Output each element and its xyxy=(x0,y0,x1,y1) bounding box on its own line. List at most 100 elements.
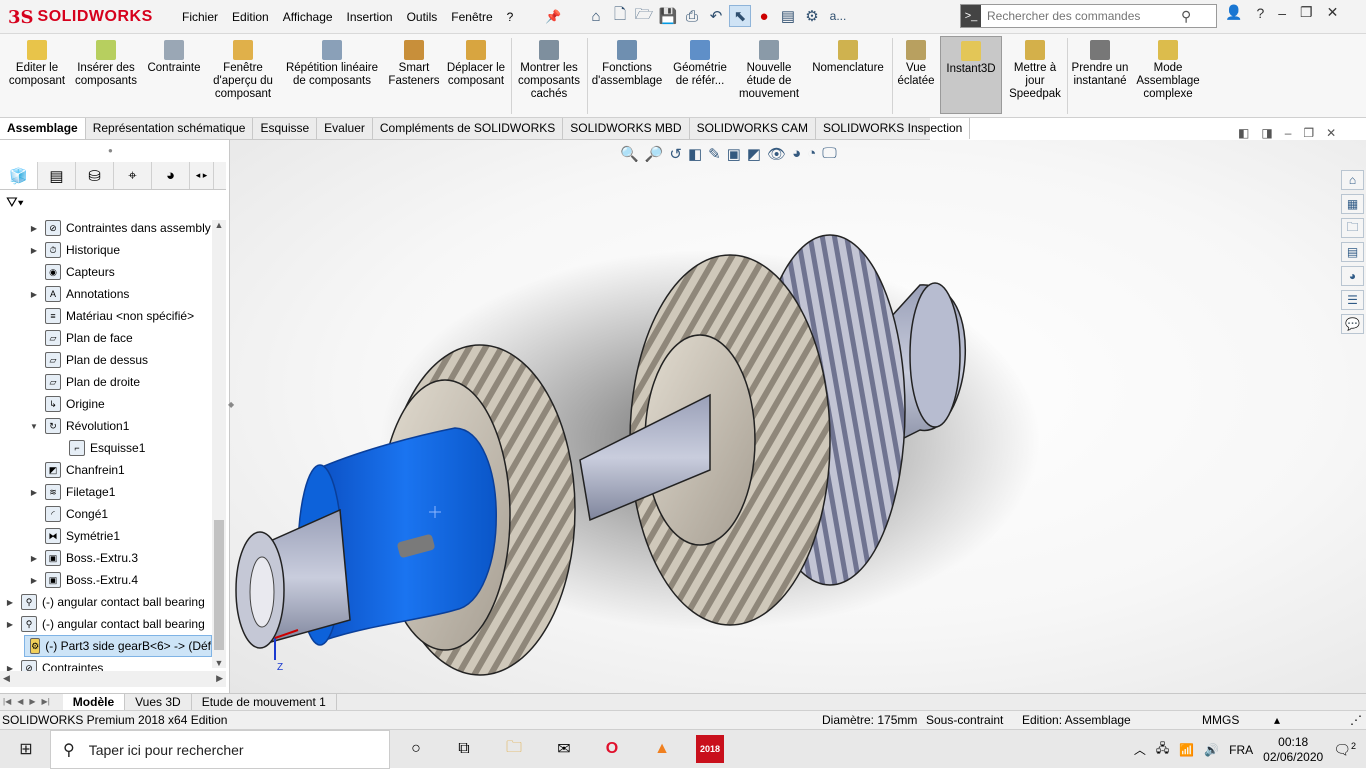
tree-item[interactable]: ⧓ Symétrie1 xyxy=(0,525,212,547)
tree-item[interactable]: ▶ ⚲ (-) angular contact ball bearing xyxy=(0,591,212,613)
ribbon-smart-fasteners[interactable]: Smart Fasteners xyxy=(386,40,442,88)
opera-icon[interactable]: O xyxy=(598,735,626,763)
propertymanager-tab-icon[interactable]: ▤ xyxy=(38,162,76,189)
taskbar-search[interactable]: ⚲ Taper ici pour rechercher xyxy=(50,730,390,769)
display-style-icon[interactable]: ◩ xyxy=(747,145,761,163)
mail-icon[interactable]: ✉ xyxy=(550,735,578,763)
ribbon-reference-geometry[interactable]: Géométrie de référ... xyxy=(666,40,734,88)
filter-icon[interactable]: ⛛▾ xyxy=(6,194,24,211)
tree-item[interactable]: ▶ ▣ Boss.-Extru.4 xyxy=(0,569,212,591)
ribbon-instant3d[interactable]: Instant3D xyxy=(940,36,1002,114)
view-orientation-icon[interactable]: ▣ xyxy=(727,145,741,163)
wifi-icon[interactable]: 📶 xyxy=(1179,743,1194,757)
tree-hscrollbar[interactable]: ◀ ▶ xyxy=(0,671,226,687)
tree-item[interactable]: ▶ ▣ Boss.-Extru.3 xyxy=(0,547,212,569)
tree-item[interactable]: ▼ ↻ Révolution1 xyxy=(0,415,212,437)
command-search[interactable]: >_ ⚲ xyxy=(960,4,1217,28)
options-gear-icon[interactable]: ⚙ xyxy=(801,5,823,27)
menu-edition[interactable]: Edition xyxy=(225,10,276,24)
section-view-icon[interactable]: ◧ xyxy=(688,145,702,163)
search-icon[interactable]: ⚲ xyxy=(1181,8,1191,25)
configuration-tab-icon[interactable]: ⛁ xyxy=(76,162,114,189)
new-document-icon[interactable]: 🗋 xyxy=(609,5,631,27)
design-library-icon[interactable]: ▦ xyxy=(1341,194,1364,214)
view-palette-icon[interactable]: ▤ xyxy=(1341,242,1364,262)
panel-grip[interactable]: ● xyxy=(108,146,113,155)
tab-prev-icon[interactable]: ◀ xyxy=(14,694,26,710)
tab-modele[interactable]: Modèle xyxy=(62,694,126,710)
tree-item[interactable]: ▶ ⚲ (-) angular contact ball bearing xyxy=(0,613,212,635)
menu-outils[interactable]: Outils xyxy=(400,10,445,24)
solidworks-taskbar-icon[interactable]: 2018 xyxy=(696,735,724,763)
appearances-icon[interactable]: ◕ xyxy=(1341,266,1364,286)
dimxpert-tab-icon[interactable]: ⌖ xyxy=(114,162,152,189)
tree-item[interactable]: ▱ Plan de droite xyxy=(0,371,212,393)
tab-evaluer[interactable]: Evaluer xyxy=(317,118,373,139)
forum-icon[interactable]: 💬 xyxy=(1341,314,1364,334)
solidworks-resources-icon[interactable]: ⌂ xyxy=(1341,170,1364,190)
tree-item-selected[interactable]: ⚙ (-) Part3 side gearB<6> -> (Déf xyxy=(24,635,212,657)
tab-motion-study[interactable]: Etude de mouvement 1 xyxy=(192,694,337,710)
hide-show-icon[interactable]: 👁 xyxy=(767,145,786,163)
tree-item[interactable]: ↳ Origine xyxy=(0,393,212,415)
ribbon-snapshot[interactable]: Prendre un instantané xyxy=(1070,40,1130,88)
scroll-thumb[interactable] xyxy=(214,520,224,650)
close-icon[interactable]: ✕ xyxy=(1327,4,1339,21)
tab-last-icon[interactable]: ▶| xyxy=(39,694,53,710)
volume-icon[interactable]: 🔊 xyxy=(1204,743,1219,757)
panel-splitter[interactable]: ◆ xyxy=(228,400,234,409)
ribbon-move-component[interactable]: Déplacer le composant xyxy=(444,40,508,88)
menu-fichier[interactable]: Fichier xyxy=(175,10,225,24)
scroll-down-icon[interactable]: ▼ xyxy=(212,658,226,668)
tree-item[interactable]: ◜ Congé1 xyxy=(0,503,212,525)
user-icon[interactable]: 👤 xyxy=(1225,4,1242,21)
expand-arrow-icon[interactable]: ▶ xyxy=(28,488,40,497)
tab-assemblage[interactable]: Assemblage xyxy=(0,118,86,139)
tree-item[interactable]: ▶ ⏱ Historique xyxy=(0,239,212,261)
doc-close-icon[interactable]: ✕ xyxy=(1326,126,1336,140)
rebuild-traffic-light-icon[interactable]: ● xyxy=(753,5,775,27)
tab-complements[interactable]: Compléments de SOLIDWORKS xyxy=(373,118,564,139)
restore-icon[interactable]: ❐ xyxy=(1300,4,1313,21)
doc-next-icon[interactable]: ◨ xyxy=(1261,126,1272,140)
open-folder-icon[interactable]: 🗁 xyxy=(633,5,655,27)
tab-next-icon[interactable]: ▶ xyxy=(26,694,38,710)
ribbon-bom[interactable]: Nomenclature xyxy=(806,40,890,75)
lang-indicator[interactable]: FRA xyxy=(1229,743,1253,757)
ribbon-linear-pattern[interactable]: Répétition linéaire de composants xyxy=(280,40,384,88)
save-icon[interactable]: 💾 xyxy=(657,5,679,27)
file-properties-icon[interactable]: ▤ xyxy=(777,5,799,27)
featuremanager-tab-icon[interactable]: 🧊 xyxy=(0,162,38,189)
expand-arrow-icon[interactable]: ▶ xyxy=(4,620,16,629)
expand-arrow-icon[interactable]: ▶ xyxy=(4,598,16,607)
menu-insertion[interactable]: Insertion xyxy=(340,10,400,24)
tab-esquisse[interactable]: Esquisse xyxy=(253,118,318,139)
network-icon[interactable]: 🖧 xyxy=(1156,739,1169,760)
clock[interactable]: 00:18 02/06/2020 xyxy=(1263,735,1323,765)
view-settings-icon[interactable]: 🖵 xyxy=(822,145,836,163)
tab-inspection[interactable]: SOLIDWORKS Inspection xyxy=(816,118,971,139)
scroll-up-icon[interactable]: ▲ xyxy=(212,220,226,230)
collapse-arrow-icon[interactable]: ▼ xyxy=(28,422,40,431)
doc-minimize-icon[interactable]: – xyxy=(1285,126,1292,140)
menu-fenetre[interactable]: Fenêtre xyxy=(444,10,499,24)
tree-item[interactable]: ▶ ⊘ Contraintes dans assembly xyxy=(0,217,212,239)
ribbon-mate[interactable]: Contrainte xyxy=(142,40,206,75)
tab-cam[interactable]: SOLIDWORKS CAM xyxy=(690,118,816,139)
tabs-scroll-icon[interactable]: ◂ ▸ xyxy=(190,162,214,189)
expand-arrow-icon[interactable]: ▶ xyxy=(28,246,40,255)
undo-icon[interactable]: ↶ xyxy=(705,5,727,27)
edit-appearance-icon[interactable]: ◕ xyxy=(792,145,801,163)
custom-properties-icon[interactable]: ☰ xyxy=(1341,290,1364,310)
status-units[interactable]: MMGS xyxy=(1202,713,1239,727)
task-view-icon[interactable]: ⧉ xyxy=(450,735,478,763)
vlc-icon[interactable]: ▲ xyxy=(648,735,676,763)
file-explorer-icon[interactable]: 🗀 xyxy=(500,735,528,763)
select-cursor-icon[interactable]: ⬉ xyxy=(729,5,751,27)
file-explorer-icon[interactable]: 🗀 xyxy=(1341,218,1364,238)
minimize-icon[interactable]: – xyxy=(1278,5,1286,21)
display-manager-tab-icon[interactable]: ◕ xyxy=(152,162,190,189)
ribbon-show-hidden[interactable]: Montrer les composants cachés xyxy=(514,40,584,101)
ribbon-insert-components[interactable]: Insérer des composants xyxy=(72,40,140,88)
home-icon[interactable]: ⌂ xyxy=(585,5,607,27)
